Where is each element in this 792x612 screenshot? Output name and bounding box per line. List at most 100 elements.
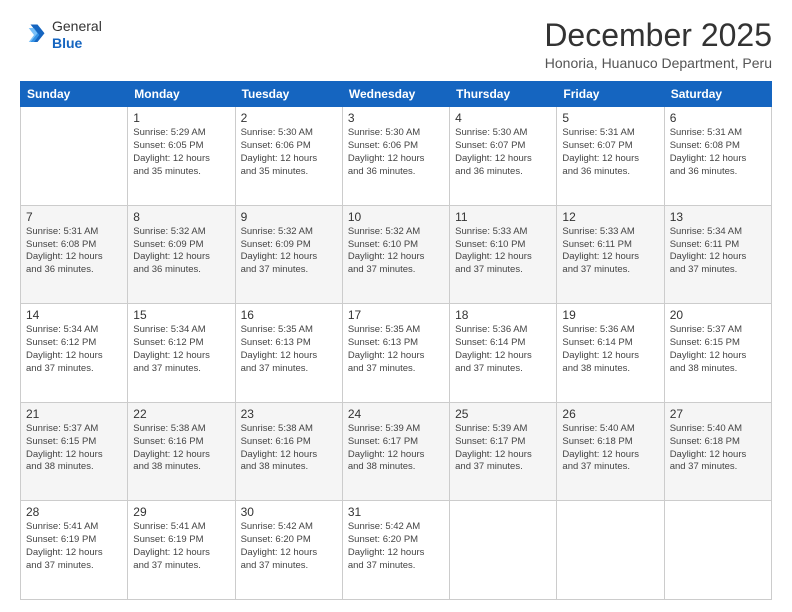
- main-title: December 2025: [544, 18, 772, 53]
- day-number: 9: [241, 210, 337, 224]
- day-number: 14: [26, 308, 122, 322]
- calendar-cell: 1Sunrise: 5:29 AM Sunset: 6:05 PM Daylig…: [128, 107, 235, 206]
- day-number: 16: [241, 308, 337, 322]
- day-info: Sunrise: 5:37 AM Sunset: 6:15 PM Dayligh…: [26, 423, 122, 474]
- day-info: Sunrise: 5:32 AM Sunset: 6:09 PM Dayligh…: [133, 226, 229, 277]
- calendar-header-cell: Friday: [557, 82, 664, 107]
- calendar-header-cell: Thursday: [450, 82, 557, 107]
- day-number: 25: [455, 407, 551, 421]
- calendar-cell: 4 Sunrise: 5:30 AM Sunset: 6:07 PM Daylig…: [450, 107, 557, 206]
- calendar-cell: 21 Sunrise: 5:37 AM Sunset: 6:15 PM Dayli…: [21, 402, 128, 501]
- day-info: Sunrise: 5:33 AM Sunset: 6:11 PM Dayligh…: [562, 226, 658, 277]
- calendar-cell: 15Sunrise: 5:34 AM Sunset: 6:12 PM Dayli…: [128, 304, 235, 403]
- day-info: Sunrise: 5:30 AM Sunset: 6:07 PM Dayligh…: [455, 127, 551, 178]
- day-info: Sunrise: 5:29 AM Sunset: 6:05 PM Dayligh…: [133, 127, 229, 178]
- day-number: 11: [455, 210, 551, 224]
- day-info: Sunrise: 5:40 AM Sunset: 6:18 PM Dayligh…: [562, 423, 658, 474]
- day-number: 8: [133, 210, 229, 224]
- day-info: Sunrise: 5:32 AM Sunset: 6:10 PM Dayligh…: [348, 226, 444, 277]
- day-number: 13: [670, 210, 766, 224]
- day-info: Sunrise: 5:35 AM Sunset: 6:13 PM Dayligh…: [348, 324, 444, 375]
- calendar-cell: 26 Sunrise: 5:40 AM Sunset: 6:18 PM Dayli…: [557, 402, 664, 501]
- calendar-cell: 5 Sunrise: 5:31 AM Sunset: 6:07 PM Daylig…: [557, 107, 664, 206]
- day-info: Sunrise: 5:39 AM Sunset: 6:17 PM Dayligh…: [455, 423, 551, 474]
- calendar-cell: 25 Sunrise: 5:39 AM Sunset: 6:17 PM Dayli…: [450, 402, 557, 501]
- calendar-cell: 24 Sunrise: 5:39 AM Sunset: 6:17 PM Dayli…: [342, 402, 449, 501]
- calendar-header-cell: Monday: [128, 82, 235, 107]
- calendar-cell: 20 Sunrise: 5:37 AM Sunset: 6:15 PM Dayli…: [664, 304, 771, 403]
- day-number: 31: [348, 505, 444, 519]
- calendar-cell: 2 Sunrise: 5:30 AM Sunset: 6:06 PM Daylig…: [235, 107, 342, 206]
- day-info: Sunrise: 5:39 AM Sunset: 6:17 PM Dayligh…: [348, 423, 444, 474]
- day-info: Sunrise: 5:38 AM Sunset: 6:16 PM Dayligh…: [241, 423, 337, 474]
- day-number: 10: [348, 210, 444, 224]
- page: General Blue December 2025 Honoria, Huan…: [0, 0, 792, 612]
- day-info: Sunrise: 5:34 AM Sunset: 6:12 PM Dayligh…: [26, 324, 122, 375]
- day-number: 3: [348, 111, 444, 125]
- day-number: 26: [562, 407, 658, 421]
- day-number: 2: [241, 111, 337, 125]
- day-info: Sunrise: 5:40 AM Sunset: 6:18 PM Dayligh…: [670, 423, 766, 474]
- day-number: 4: [455, 111, 551, 125]
- calendar-cell: 10 Sunrise: 5:32 AM Sunset: 6:10 PM Dayli…: [342, 205, 449, 304]
- day-info: Sunrise: 5:30 AM Sunset: 6:06 PM Dayligh…: [241, 127, 337, 178]
- calendar-cell: 8 Sunrise: 5:32 AM Sunset: 6:09 PM Daylig…: [128, 205, 235, 304]
- calendar-cell: [450, 501, 557, 600]
- day-info: Sunrise: 5:31 AM Sunset: 6:08 PM Dayligh…: [26, 226, 122, 277]
- calendar-header-cell: Sunday: [21, 82, 128, 107]
- calendar-cell: [557, 501, 664, 600]
- day-info: Sunrise: 5:41 AM Sunset: 6:19 PM Dayligh…: [26, 521, 122, 572]
- title-block: December 2025 Honoria, Huanuco Departmen…: [544, 18, 772, 71]
- day-number: 12: [562, 210, 658, 224]
- day-number: 19: [562, 308, 658, 322]
- day-info: Sunrise: 5:32 AM Sunset: 6:09 PM Dayligh…: [241, 226, 337, 277]
- day-number: 29: [133, 505, 229, 519]
- day-info: Sunrise: 5:42 AM Sunset: 6:20 PM Dayligh…: [348, 521, 444, 572]
- calendar-week-row: 1Sunrise: 5:29 AM Sunset: 6:05 PM Daylig…: [21, 107, 772, 206]
- day-number: 17: [348, 308, 444, 322]
- calendar-cell: 11Sunrise: 5:33 AM Sunset: 6:10 PM Dayli…: [450, 205, 557, 304]
- day-info: Sunrise: 5:37 AM Sunset: 6:15 PM Dayligh…: [670, 324, 766, 375]
- calendar-cell: 27 Sunrise: 5:40 AM Sunset: 6:18 PM Dayli…: [664, 402, 771, 501]
- calendar-week-row: 21 Sunrise: 5:37 AM Sunset: 6:15 PM Dayli…: [21, 402, 772, 501]
- calendar-cell: 22Sunrise: 5:38 AM Sunset: 6:16 PM Dayli…: [128, 402, 235, 501]
- day-number: 23: [241, 407, 337, 421]
- calendar-cell: 6 Sunrise: 5:31 AM Sunset: 6:08 PM Daylig…: [664, 107, 771, 206]
- day-info: Sunrise: 5:41 AM Sunset: 6:19 PM Dayligh…: [133, 521, 229, 572]
- day-number: 5: [562, 111, 658, 125]
- day-number: 18: [455, 308, 551, 322]
- calendar-header-cell: Saturday: [664, 82, 771, 107]
- day-number: 28: [26, 505, 122, 519]
- logo: General Blue: [20, 18, 102, 52]
- calendar-week-row: 7 Sunrise: 5:31 AM Sunset: 6:08 PM Daylig…: [21, 205, 772, 304]
- day-info: Sunrise: 5:34 AM Sunset: 6:11 PM Dayligh…: [670, 226, 766, 277]
- calendar-header-row: SundayMondayTuesdayWednesdayThursdayFrid…: [21, 82, 772, 107]
- calendar-cell: 17 Sunrise: 5:35 AM Sunset: 6:13 PM Dayli…: [342, 304, 449, 403]
- day-number: 30: [241, 505, 337, 519]
- day-number: 20: [670, 308, 766, 322]
- day-info: Sunrise: 5:31 AM Sunset: 6:08 PM Dayligh…: [670, 127, 766, 178]
- calendar-cell: 19 Sunrise: 5:36 AM Sunset: 6:14 PM Dayli…: [557, 304, 664, 403]
- calendar-cell: 30Sunrise: 5:42 AM Sunset: 6:20 PM Dayli…: [235, 501, 342, 600]
- day-number: 6: [670, 111, 766, 125]
- calendar-table: SundayMondayTuesdayWednesdayThursdayFrid…: [20, 81, 772, 600]
- day-number: 7: [26, 210, 122, 224]
- calendar-header-cell: Wednesday: [342, 82, 449, 107]
- day-number: 27: [670, 407, 766, 421]
- day-info: Sunrise: 5:34 AM Sunset: 6:12 PM Dayligh…: [133, 324, 229, 375]
- day-number: 21: [26, 407, 122, 421]
- day-info: Sunrise: 5:36 AM Sunset: 6:14 PM Dayligh…: [562, 324, 658, 375]
- day-info: Sunrise: 5:30 AM Sunset: 6:06 PM Dayligh…: [348, 127, 444, 178]
- day-info: Sunrise: 5:35 AM Sunset: 6:13 PM Dayligh…: [241, 324, 337, 375]
- calendar-cell: 3 Sunrise: 5:30 AM Sunset: 6:06 PM Daylig…: [342, 107, 449, 206]
- calendar-cell: 18Sunrise: 5:36 AM Sunset: 6:14 PM Dayli…: [450, 304, 557, 403]
- logo-icon: [20, 21, 48, 49]
- header: General Blue December 2025 Honoria, Huan…: [20, 18, 772, 71]
- calendar-cell: 7 Sunrise: 5:31 AM Sunset: 6:08 PM Daylig…: [21, 205, 128, 304]
- day-number: 24: [348, 407, 444, 421]
- day-info: Sunrise: 5:31 AM Sunset: 6:07 PM Dayligh…: [562, 127, 658, 178]
- logo-general: General: [52, 18, 102, 35]
- calendar-cell: 12 Sunrise: 5:33 AM Sunset: 6:11 PM Dayli…: [557, 205, 664, 304]
- calendar-cell: 28 Sunrise: 5:41 AM Sunset: 6:19 PM Dayli…: [21, 501, 128, 600]
- calendar-header-cell: Tuesday: [235, 82, 342, 107]
